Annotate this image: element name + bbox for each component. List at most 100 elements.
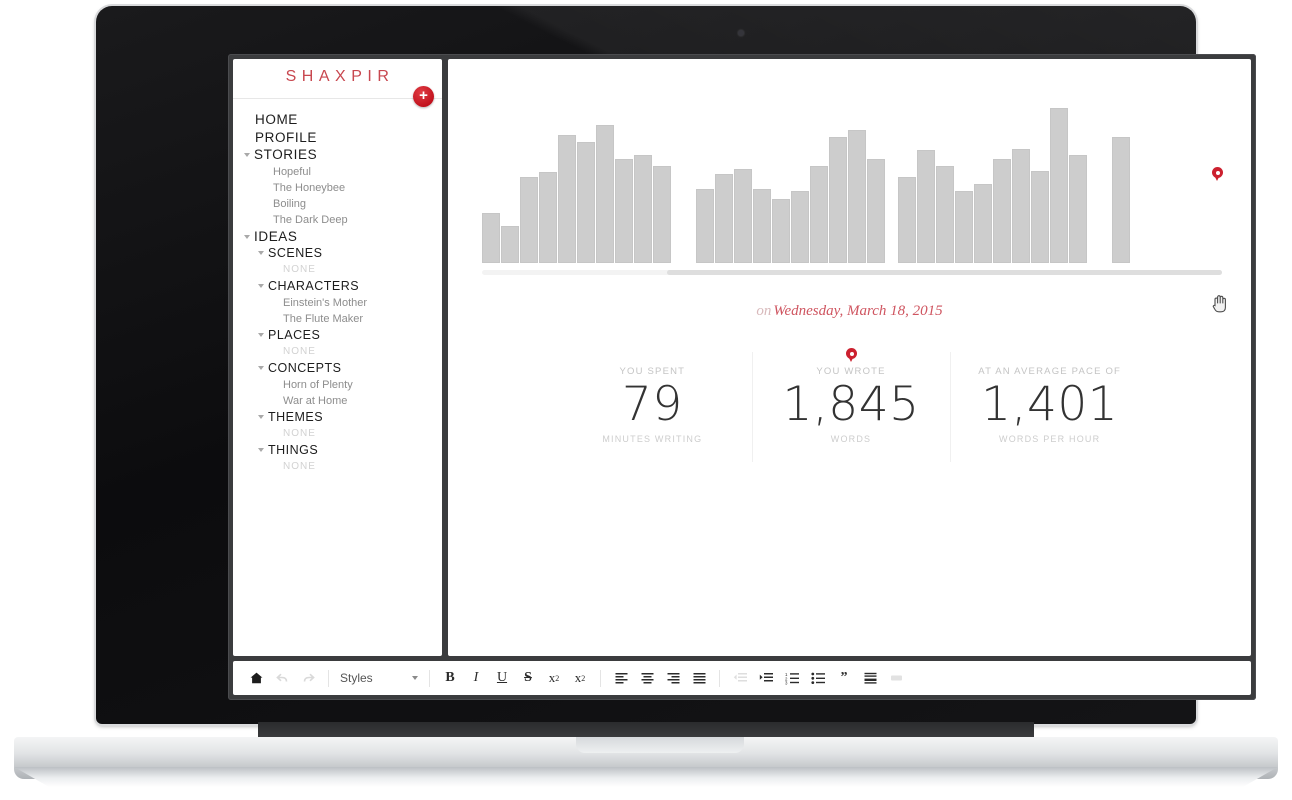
- sidebar-item-characters[interactable]: CHARACTERS: [255, 278, 442, 295]
- chart-bar[interactable]: [558, 135, 576, 263]
- chart-bar[interactable]: [1050, 108, 1068, 263]
- sidebar-item-label: Horn of Plenty: [283, 379, 353, 391]
- blockquote-button[interactable]: ”: [831, 666, 857, 690]
- superscript-button[interactable]: x2: [567, 666, 593, 690]
- chart-bar[interactable]: [936, 166, 954, 263]
- bold-button[interactable]: B: [437, 666, 463, 690]
- chart-bar[interactable]: [734, 169, 752, 263]
- horizontal-rule-button[interactable]: [857, 666, 883, 690]
- sidebar-item-war-at-home[interactable]: War at Home: [255, 393, 442, 409]
- chart-bar[interactable]: [810, 166, 828, 263]
- app-window: SHAXPIR + HOME PROFILE STORIES Hopeful The H…: [228, 54, 1256, 661]
- stat-sublabel: MINUTES WRITING: [602, 434, 703, 444]
- laptop-lid: SHAXPIR + HOME PROFILE STORIES Hopeful The H…: [96, 6, 1256, 724]
- chart-bar[interactable]: [501, 226, 519, 263]
- chart-bar[interactable]: [848, 130, 866, 263]
- sidebar-item-hopeful[interactable]: Hopeful: [255, 164, 442, 180]
- chart-scrollbar[interactable]: [482, 270, 1222, 275]
- chevron-down-icon[interactable]: [258, 333, 264, 337]
- chevron-down-icon[interactable]: [258, 284, 264, 288]
- chevron-down-icon[interactable]: [258, 251, 264, 255]
- sidebar-item-places[interactable]: PLACES: [255, 327, 442, 344]
- chart-scrollbar-thumb[interactable]: [667, 270, 1222, 275]
- chart-bar[interactable]: [1069, 155, 1087, 263]
- chart-bar[interactable]: [867, 159, 885, 263]
- insert-link-button: [883, 666, 909, 690]
- sidebar-item-things[interactable]: THINGS: [255, 442, 442, 459]
- sidebar-item-home[interactable]: HOME: [255, 111, 442, 129]
- chevron-down-icon[interactable]: [244, 234, 250, 239]
- align-left-button[interactable]: [608, 666, 634, 690]
- sidebar-item-boiling[interactable]: Boiling: [255, 196, 442, 212]
- stat-label: YOU SPENT: [619, 366, 686, 377]
- chart-bar[interactable]: [1012, 149, 1030, 263]
- chart-bar[interactable]: [634, 155, 652, 263]
- stat-column: YOU WROTE 1,845 WORDS: [751, 348, 951, 462]
- sidebar-item-none: NONE: [255, 344, 442, 360]
- chart-bar[interactable]: [539, 172, 557, 263]
- chart-bar[interactable]: [753, 189, 771, 263]
- chart-bar[interactable]: [596, 125, 614, 263]
- sidebar-item-profile[interactable]: PROFILE: [255, 129, 442, 147]
- sidebar: SHAXPIR + HOME PROFILE STORIES Hopeful The H…: [233, 59, 442, 656]
- chart-bar[interactable]: [1112, 137, 1130, 263]
- styles-dropdown[interactable]: Styles: [336, 666, 422, 690]
- chevron-down-icon[interactable]: [258, 366, 264, 370]
- chart-bar[interactable]: [520, 177, 538, 263]
- chart-bar[interactable]: [653, 166, 671, 263]
- italic-button[interactable]: I: [463, 666, 489, 690]
- chevron-down-icon[interactable]: [244, 153, 250, 157]
- sidebar-item-horn-of-plenty[interactable]: Horn of Plenty: [255, 377, 442, 393]
- sidebar-item-label: NONE: [283, 461, 316, 472]
- sidebar-item-the-honeybee[interactable]: The Honeybee: [255, 180, 442, 196]
- stat-column: AT AN AVERAGE PACE OF 1,401 WORDS PER HOUR: [950, 352, 1149, 462]
- strikethrough-button[interactable]: S: [515, 666, 541, 690]
- chart-bar[interactable]: [917, 150, 935, 263]
- chart-bar[interactable]: [615, 159, 633, 263]
- chart-bar-gap: [1088, 262, 1099, 263]
- chevron-down-icon[interactable]: [258, 415, 264, 419]
- numbered-list-button[interactable]: 123: [779, 666, 805, 690]
- chart-bar-gap: [886, 262, 897, 263]
- chart-bar[interactable]: [955, 191, 973, 263]
- sidebar-item-label: NONE: [283, 428, 316, 439]
- align-center-button[interactable]: [634, 666, 660, 690]
- stat-label: AT AN AVERAGE PACE OF: [978, 366, 1122, 377]
- chart-bar[interactable]: [1031, 171, 1049, 263]
- chart-bar[interactable]: [696, 189, 714, 263]
- chart-bar[interactable]: [772, 199, 790, 263]
- subscript-button[interactable]: x2: [541, 666, 567, 690]
- sidebar-item-label: The Flute Maker: [283, 313, 364, 325]
- sidebar-item-concepts[interactable]: CONCEPTS: [255, 360, 442, 377]
- sidebar-item-stories[interactable]: STORIES: [244, 146, 442, 164]
- map-pin-icon: [1212, 167, 1223, 182]
- add-button[interactable]: +: [413, 86, 434, 107]
- bulleted-list-button[interactable]: [805, 666, 831, 690]
- underline-button[interactable]: U: [489, 666, 515, 690]
- chart-bar[interactable]: [993, 159, 1011, 263]
- sidebar-item-none: NONE: [255, 459, 442, 475]
- sidebar-item-ideas[interactable]: IDEAS: [244, 228, 442, 246]
- chevron-down-icon: [412, 676, 418, 680]
- toolbar-separator: [600, 669, 601, 687]
- align-right-button[interactable]: [660, 666, 686, 690]
- writing-activity-chart[interactable]: [482, 95, 1226, 313]
- chart-bar[interactable]: [715, 174, 733, 263]
- sidebar-item-the-flute-maker[interactable]: The Flute Maker: [255, 311, 442, 327]
- align-justify-button[interactable]: [686, 666, 712, 690]
- home-icon[interactable]: [243, 666, 269, 690]
- chevron-down-icon[interactable]: [258, 448, 264, 452]
- chart-bar[interactable]: [829, 137, 847, 263]
- chart-bar[interactable]: [974, 184, 992, 263]
- sidebar-item-the-dark-deep[interactable]: The Dark Deep: [255, 212, 442, 228]
- sidebar-item-scenes[interactable]: SCENES: [255, 245, 442, 262]
- chart-bar[interactable]: [898, 177, 916, 263]
- indent-button[interactable]: [753, 666, 779, 690]
- chart-bar[interactable]: [791, 191, 809, 263]
- chart-bar[interactable]: [577, 142, 595, 263]
- sidebar-item-themes[interactable]: THEMES: [255, 409, 442, 426]
- chart-bar[interactable]: [482, 213, 500, 263]
- toolbar-separator: [429, 669, 430, 687]
- sidebar-item-einstein-s-mother[interactable]: Einstein's Mother: [255, 295, 442, 311]
- laptop-frame: SHAXPIR + HOME PROFILE STORIES Hopeful The H…: [0, 0, 1292, 800]
